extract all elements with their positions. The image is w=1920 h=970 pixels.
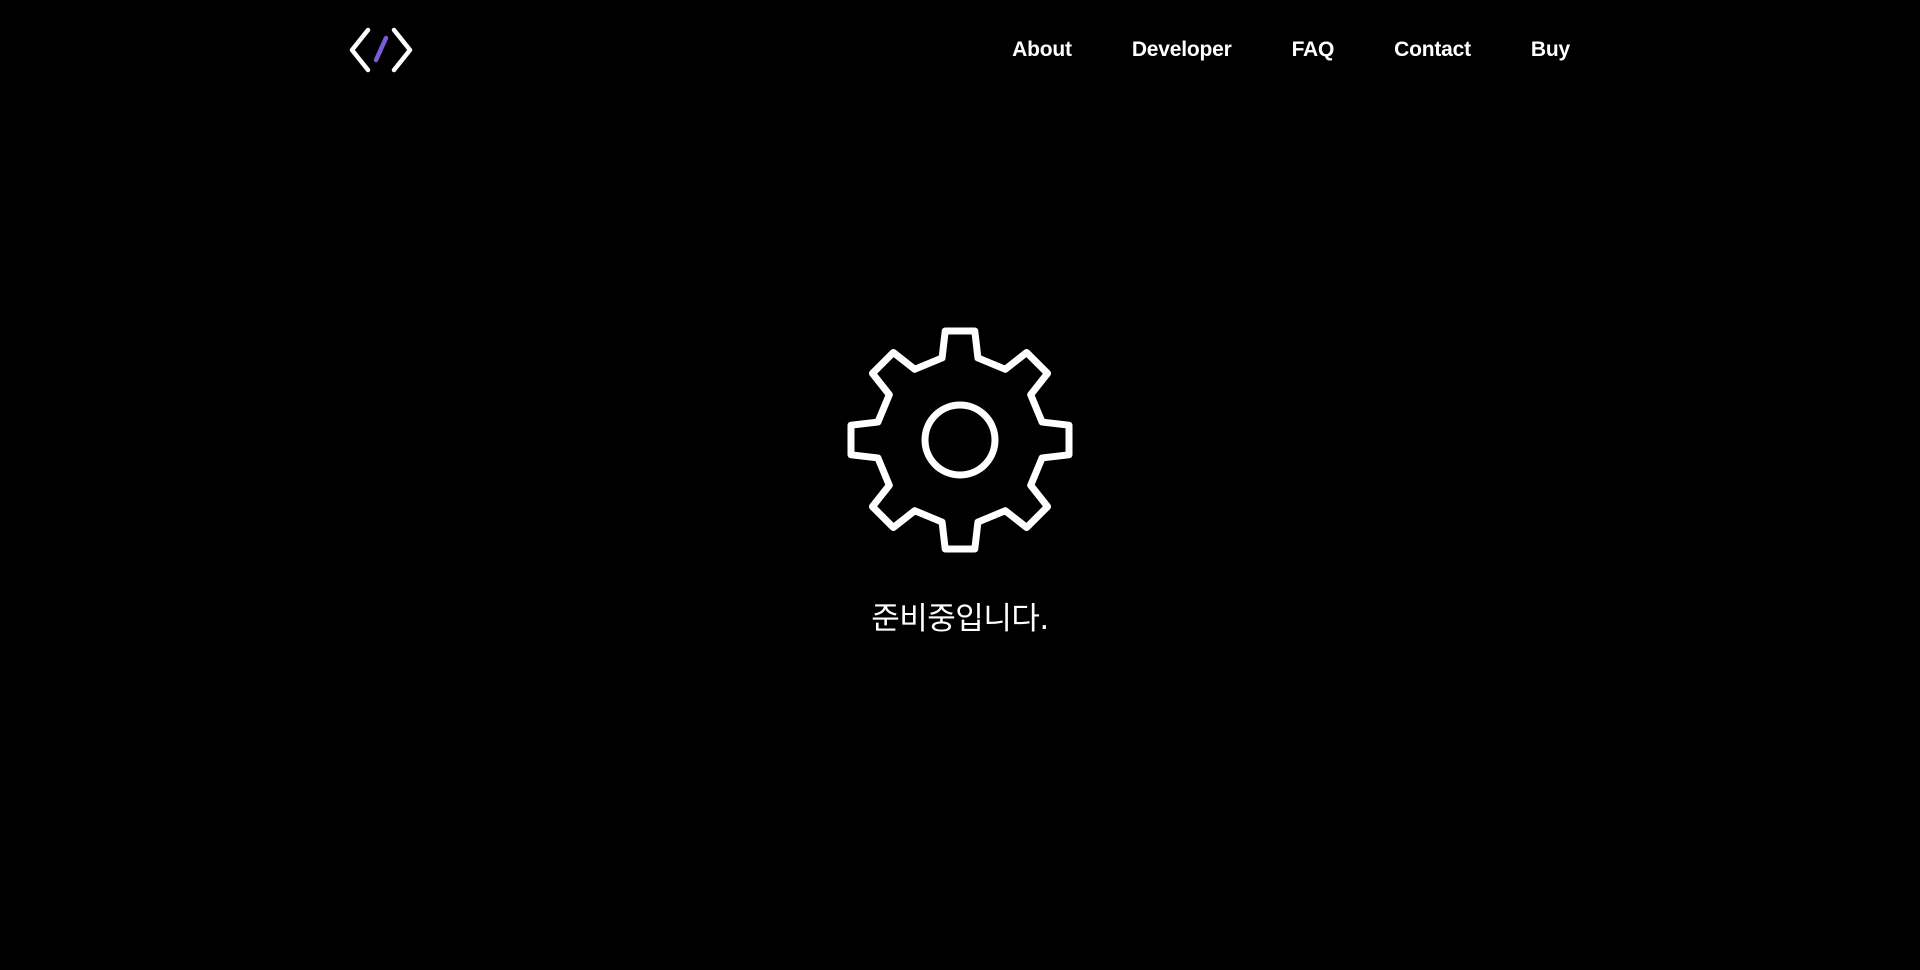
nav-link-developer[interactable]: Developer (1132, 36, 1232, 64)
site-header: About Developer FAQ Contact Buy (0, 0, 1920, 100)
under-construction-section: 준비중입니다. (0, 325, 1920, 639)
nav-link-faq[interactable]: FAQ (1292, 36, 1335, 64)
nav-link-buy[interactable]: Buy (1531, 36, 1570, 64)
code-brackets-icon (349, 27, 413, 73)
nav-link-about[interactable]: About (1012, 36, 1072, 64)
page: About Developer FAQ Contact Buy 준비중입니다. (0, 0, 1920, 970)
main-nav: About Developer FAQ Contact Buy (1012, 36, 1570, 64)
gear-icon (847, 327, 1073, 553)
nav-link-contact[interactable]: Contact (1394, 36, 1471, 64)
status-message: 준비중입니다. (871, 601, 1049, 637)
home-logo-link[interactable] (348, 26, 414, 74)
